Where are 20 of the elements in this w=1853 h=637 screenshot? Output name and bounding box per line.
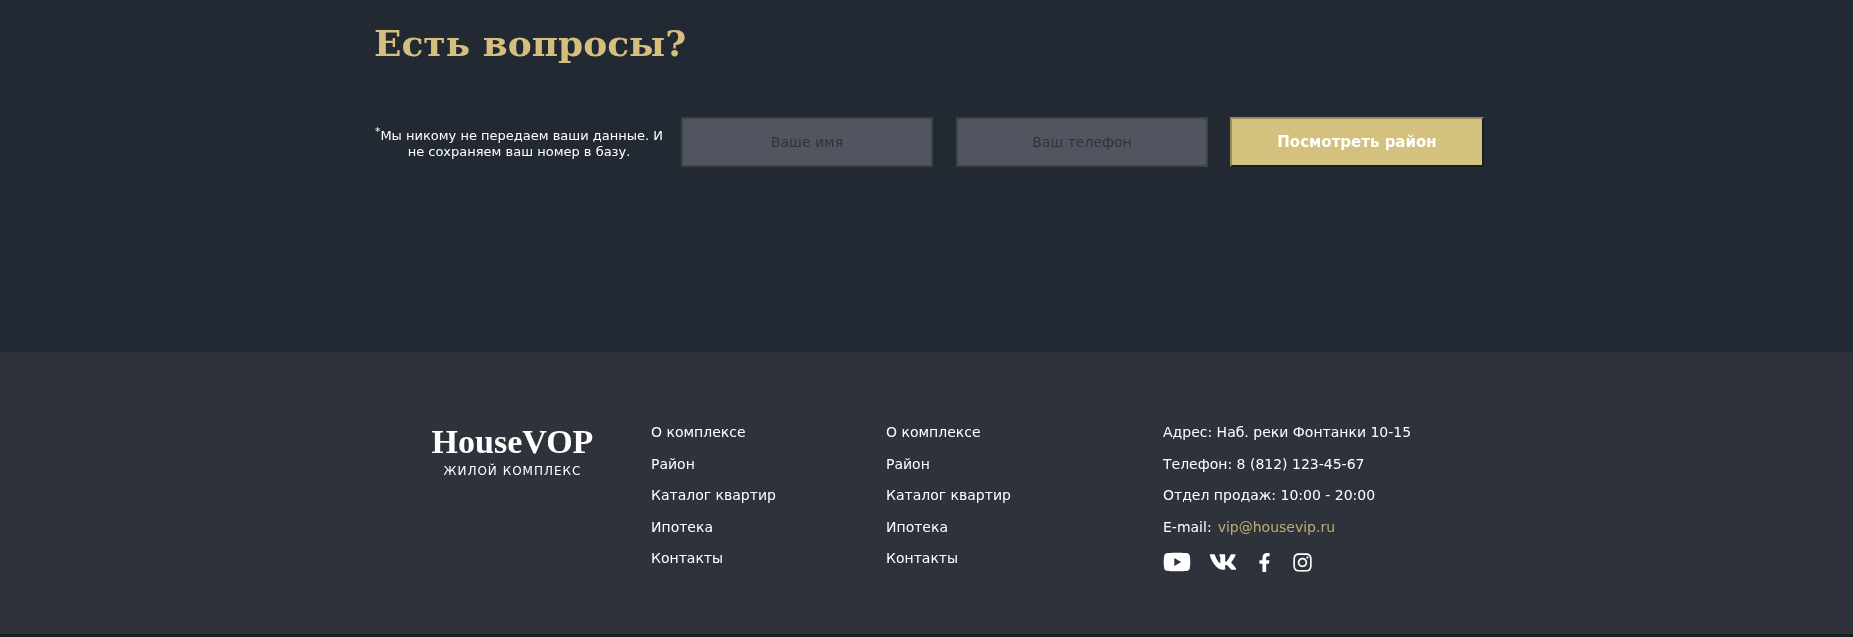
footer-link[interactable]: Контакты [886, 548, 1163, 569]
footer-link[interactable]: Контакты [651, 548, 886, 569]
email-link[interactable]: vip@housevip.ru [1217, 518, 1336, 535]
logo-title: HouseVOP [431, 422, 594, 462]
privacy-note: $^{*}$Мы никому не передаем ваши данные. И не сохраняем ваш номер в базу. [374, 123, 664, 161]
logo-subtitle: ЖИЛОЙ КОМПЛЕКС [443, 464, 582, 478]
footer-link[interactable]: Ипотека [651, 516, 886, 537]
footer-link[interactable]: Ипотека [886, 516, 1163, 537]
footer-link[interactable]: О комплексе [651, 422, 886, 443]
section-heading: Есть вопросы? [374, 22, 688, 64]
footer-link[interactable]: О комплексе [886, 422, 1163, 443]
email-label: E-mail: [1163, 517, 1212, 537]
footer-link[interactable]: Каталог квартир [886, 485, 1163, 506]
contact-text: Телефон: 8 (812) 123-45-67 [1163, 454, 1366, 474]
contact-text: Адрес: Наб. реки Фонтанки 10-15 [1163, 423, 1413, 442]
instagram-icon[interactable] [1292, 551, 1313, 573]
footer-link[interactable]: Район [651, 453, 886, 474]
contact-text: Отдел продаж: 10:00 - 20:00 [1163, 486, 1377, 505]
footer-link[interactable]: Район [886, 453, 1163, 474]
footer-link[interactable]: Каталог квартир [651, 485, 886, 506]
